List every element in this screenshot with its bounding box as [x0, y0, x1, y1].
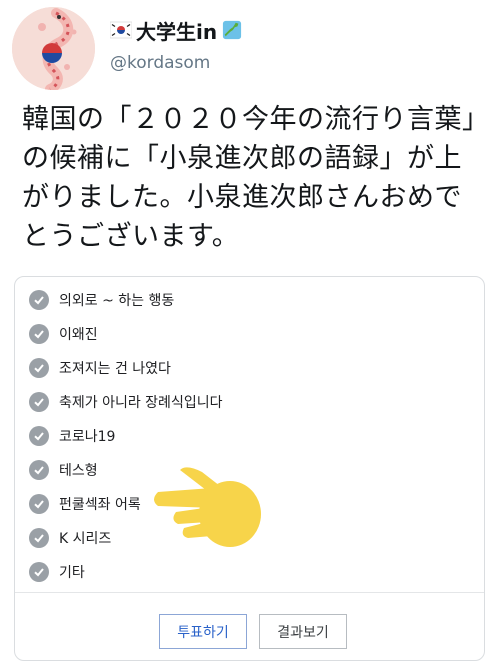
checkmark-icon	[29, 528, 49, 548]
poll-option-label: K 시리즈	[59, 531, 112, 547]
poll-option-label: 코로나19	[59, 429, 116, 445]
checkmark-icon	[29, 494, 49, 514]
user-handle[interactable]: @kordasom	[110, 53, 210, 73]
poll-divider	[15, 592, 484, 593]
avatar[interactable]	[12, 7, 95, 90]
poll-option-label: 축제가 아니라 장례식입니다	[59, 395, 223, 411]
japan-map-icon	[223, 20, 242, 40]
avatar-illustration	[12, 7, 95, 90]
vote-button[interactable]: 투표하기	[159, 614, 247, 649]
display-name: 大学生in	[136, 19, 218, 44]
poll-option[interactable]: 축제가 아니라 장례식입니다	[29, 385, 222, 419]
checkmark-icon	[29, 324, 49, 344]
view-results-button[interactable]: 결과보기	[259, 614, 347, 649]
checkmark-icon	[29, 562, 49, 582]
poll-option-label: 펀쿨섹좌 어록	[59, 497, 141, 513]
tweet-text: 韓国の「２０２０今年の流行り言葉」の候補に「小泉進次郎の語録」が上がりました。小…	[22, 104, 476, 252]
poll-option-label: 조져지는 건 나였다	[59, 361, 171, 377]
checkmark-icon	[29, 358, 49, 378]
pointing-hand-icon	[154, 467, 261, 547]
poll-option[interactable]: 코로나19	[29, 419, 222, 453]
display-name-row[interactable]: 大学生in	[110, 15, 243, 45]
poll-option-label: 의외로 ~ 하는 행동	[59, 293, 175, 309]
poll-option[interactable]: 기타	[29, 555, 222, 589]
checkmark-icon	[29, 426, 49, 446]
korea-flag-icon	[110, 21, 132, 39]
poll-option-label: 테스형	[59, 463, 98, 479]
checkmark-icon	[29, 392, 49, 412]
poll-option-label: 이왜진	[59, 327, 98, 343]
poll-option[interactable]: 조져지는 건 나였다	[29, 351, 222, 385]
checkmark-icon	[29, 460, 49, 480]
poll-option[interactable]: 이왜진	[29, 317, 222, 351]
checkmark-icon	[29, 290, 49, 310]
poll-option-label: 기타	[59, 565, 85, 581]
poll-option[interactable]: 의외로 ~ 하는 행동	[29, 283, 222, 317]
